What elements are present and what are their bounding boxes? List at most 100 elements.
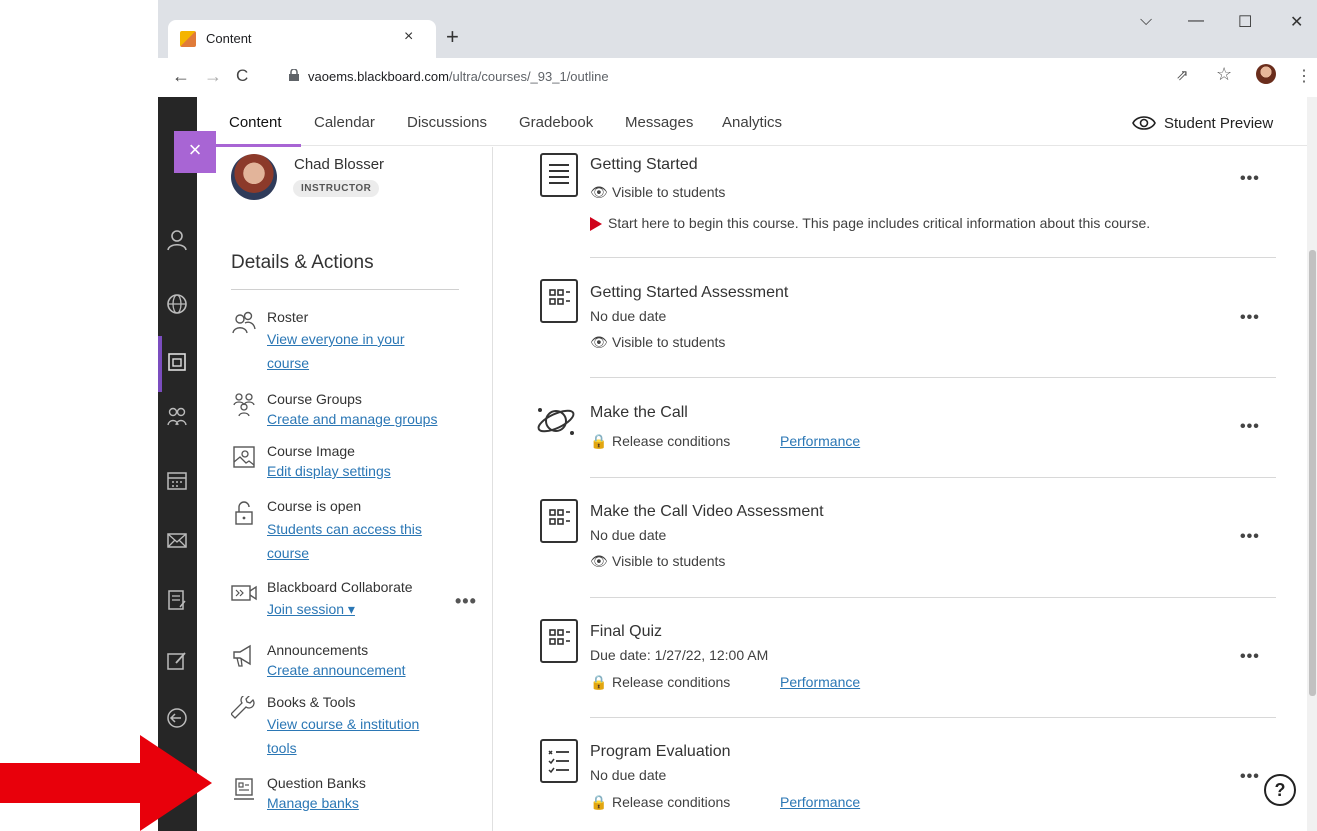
lock-icon: 🔒 [590, 674, 608, 690]
visibility-status[interactable]: 👁 Visible to students [590, 553, 725, 570]
announcements-link[interactable]: Create announcement [267, 659, 406, 681]
course-groups-link[interactable]: Create and manage groups [267, 408, 437, 430]
item-title-final-quiz[interactable]: Final Quiz [590, 623, 662, 641]
books-tools-link-cont[interactable]: tools [267, 737, 297, 759]
course-groups-title: Course Groups [267, 391, 362, 407]
books-tools-title: Books & Tools [267, 694, 356, 710]
share-icon[interactable]: ⇗ [1176, 66, 1189, 84]
item-title-make-the-call-video-assessment[interactable]: Make the Call Video Assessment [590, 503, 824, 521]
assessment-icon [540, 619, 578, 663]
grades-icon[interactable] [164, 589, 190, 615]
tab-close-button[interactable]: × [404, 28, 413, 46]
performance-link[interactable]: Performance [780, 433, 860, 449]
course-open-title: Course is open [267, 498, 362, 514]
document-icon [540, 153, 578, 197]
due-date: No due date [590, 308, 667, 324]
visibility-status[interactable]: 👁 Visible to students [590, 334, 725, 351]
collaborate-title: Blackboard Collaborate [267, 579, 413, 595]
divider [590, 477, 1276, 478]
scrollbar-thumb[interactable] [1309, 250, 1316, 696]
lock-icon[interactable] [289, 69, 299, 81]
url-path: /ultra/courses/_93_1/outline [448, 69, 609, 84]
item-title-make-the-call[interactable]: Make the Call [590, 404, 688, 422]
item-more-button[interactable]: ••• [1240, 648, 1260, 666]
tab-discussions[interactable]: Discussions [407, 114, 487, 131]
survey-icon [540, 739, 578, 783]
item-more-button[interactable]: ••• [1240, 309, 1260, 327]
tab-analytics[interactable]: Analytics [722, 114, 782, 131]
item-title-program-evaluation[interactable]: Program Evaluation [590, 743, 731, 761]
forward-button[interactable]: → [204, 66, 222, 87]
courses-icon[interactable] [164, 351, 190, 377]
student-preview-button[interactable]: Student Preview [1164, 115, 1273, 132]
lock-icon: 🔒 [590, 794, 608, 810]
mail-icon[interactable] [164, 529, 190, 555]
close-panel-button[interactable]: × [174, 131, 216, 173]
profile-avatar[interactable] [1256, 64, 1276, 84]
student-preview-icon[interactable] [1131, 112, 1157, 134]
details-actions-heading: Details & Actions [231, 252, 374, 273]
course-left-nav [158, 97, 197, 831]
release-conditions[interactable]: 🔒 Release conditions [590, 794, 730, 811]
performance-link[interactable]: Performance [780, 794, 860, 810]
eye-icon: 👁 [590, 184, 608, 200]
tab-calendar[interactable]: Calendar [314, 114, 375, 131]
collaborate-more-button[interactable]: ••• [455, 591, 477, 612]
announcements-title: Announcements [267, 642, 369, 658]
visibility-status[interactable]: 👁 Visible to students [590, 184, 725, 201]
release-conditions-label: Release conditions [612, 433, 731, 449]
lock-icon: 🔒 [590, 433, 608, 449]
visibility-label: Visible to students [612, 334, 726, 350]
course-groups-icon [230, 391, 258, 423]
groups-icon[interactable] [164, 405, 190, 431]
assessment-icon [540, 499, 578, 543]
avatar [231, 154, 277, 200]
tab-content[interactable]: Content [229, 114, 282, 131]
reload-button[interactable]: C [236, 66, 248, 86]
visibility-label: Visible to students [612, 553, 726, 569]
tab-messages[interactable]: Messages [625, 114, 693, 131]
back-button[interactable]: ← [172, 66, 190, 87]
profile-icon[interactable] [164, 229, 190, 255]
content-outline [493, 147, 1307, 831]
browser-menu-icon[interactable]: ⋮ [1296, 66, 1312, 86]
books-tools-link[interactable]: View course & institution [267, 713, 419, 735]
help-button[interactable]: ? [1264, 774, 1296, 806]
instructor-name: Chad Blosser [294, 156, 385, 173]
window-close-button[interactable]: ✕ [1290, 12, 1303, 32]
maximize-button[interactable]: ☐ [1238, 12, 1252, 32]
bookmark-star-icon[interactable]: ☆ [1216, 64, 1232, 85]
tab-title: Content [206, 31, 252, 46]
url-text[interactable]: vaoems.blackboard.com/ultra/courses/_93_… [308, 69, 609, 84]
performance-link[interactable]: Performance [780, 674, 860, 690]
globe-icon[interactable] [164, 293, 190, 319]
item-title-getting-started[interactable]: Getting Started [590, 156, 698, 174]
calendar-icon[interactable] [164, 469, 190, 495]
roster-link-cont[interactable]: course [267, 352, 309, 374]
question-banks-icon [230, 776, 258, 808]
course-open-link[interactable]: Students can access this [267, 518, 422, 540]
release-conditions-label: Release conditions [612, 674, 731, 690]
release-conditions-label: Release conditions [612, 794, 731, 810]
role-badge: INSTRUCTOR [293, 180, 380, 197]
item-more-button[interactable]: ••• [1240, 170, 1260, 188]
join-session-link[interactable]: Join session ▾ [267, 598, 355, 620]
item-more-button[interactable]: ••• [1240, 418, 1260, 436]
item-title-getting-started-assessment[interactable]: Getting Started Assessment [590, 284, 788, 302]
course-image-link[interactable]: Edit display settings [267, 460, 391, 482]
tab-search-icon[interactable]: ⌵ [1140, 12, 1152, 30]
edit-icon[interactable] [164, 649, 190, 675]
release-conditions[interactable]: 🔒 Release conditions [590, 674, 730, 691]
due-date: No due date [590, 527, 667, 543]
tab-gradebook[interactable]: Gradebook [519, 114, 593, 131]
new-tab-button[interactable]: + [446, 24, 459, 50]
eye-icon: 👁 [590, 553, 608, 569]
minimize-button[interactable]: — [1188, 12, 1204, 30]
release-conditions[interactable]: 🔒 Release conditions [590, 433, 730, 450]
item-more-button[interactable]: ••• [1240, 768, 1260, 786]
roster-link[interactable]: View everyone in your [267, 328, 404, 350]
course-open-link-cont[interactable]: course [267, 542, 309, 564]
item-more-button[interactable]: ••• [1240, 528, 1260, 546]
sign-out-icon[interactable] [164, 707, 190, 733]
manage-banks-link[interactable]: Manage banks [267, 792, 359, 814]
